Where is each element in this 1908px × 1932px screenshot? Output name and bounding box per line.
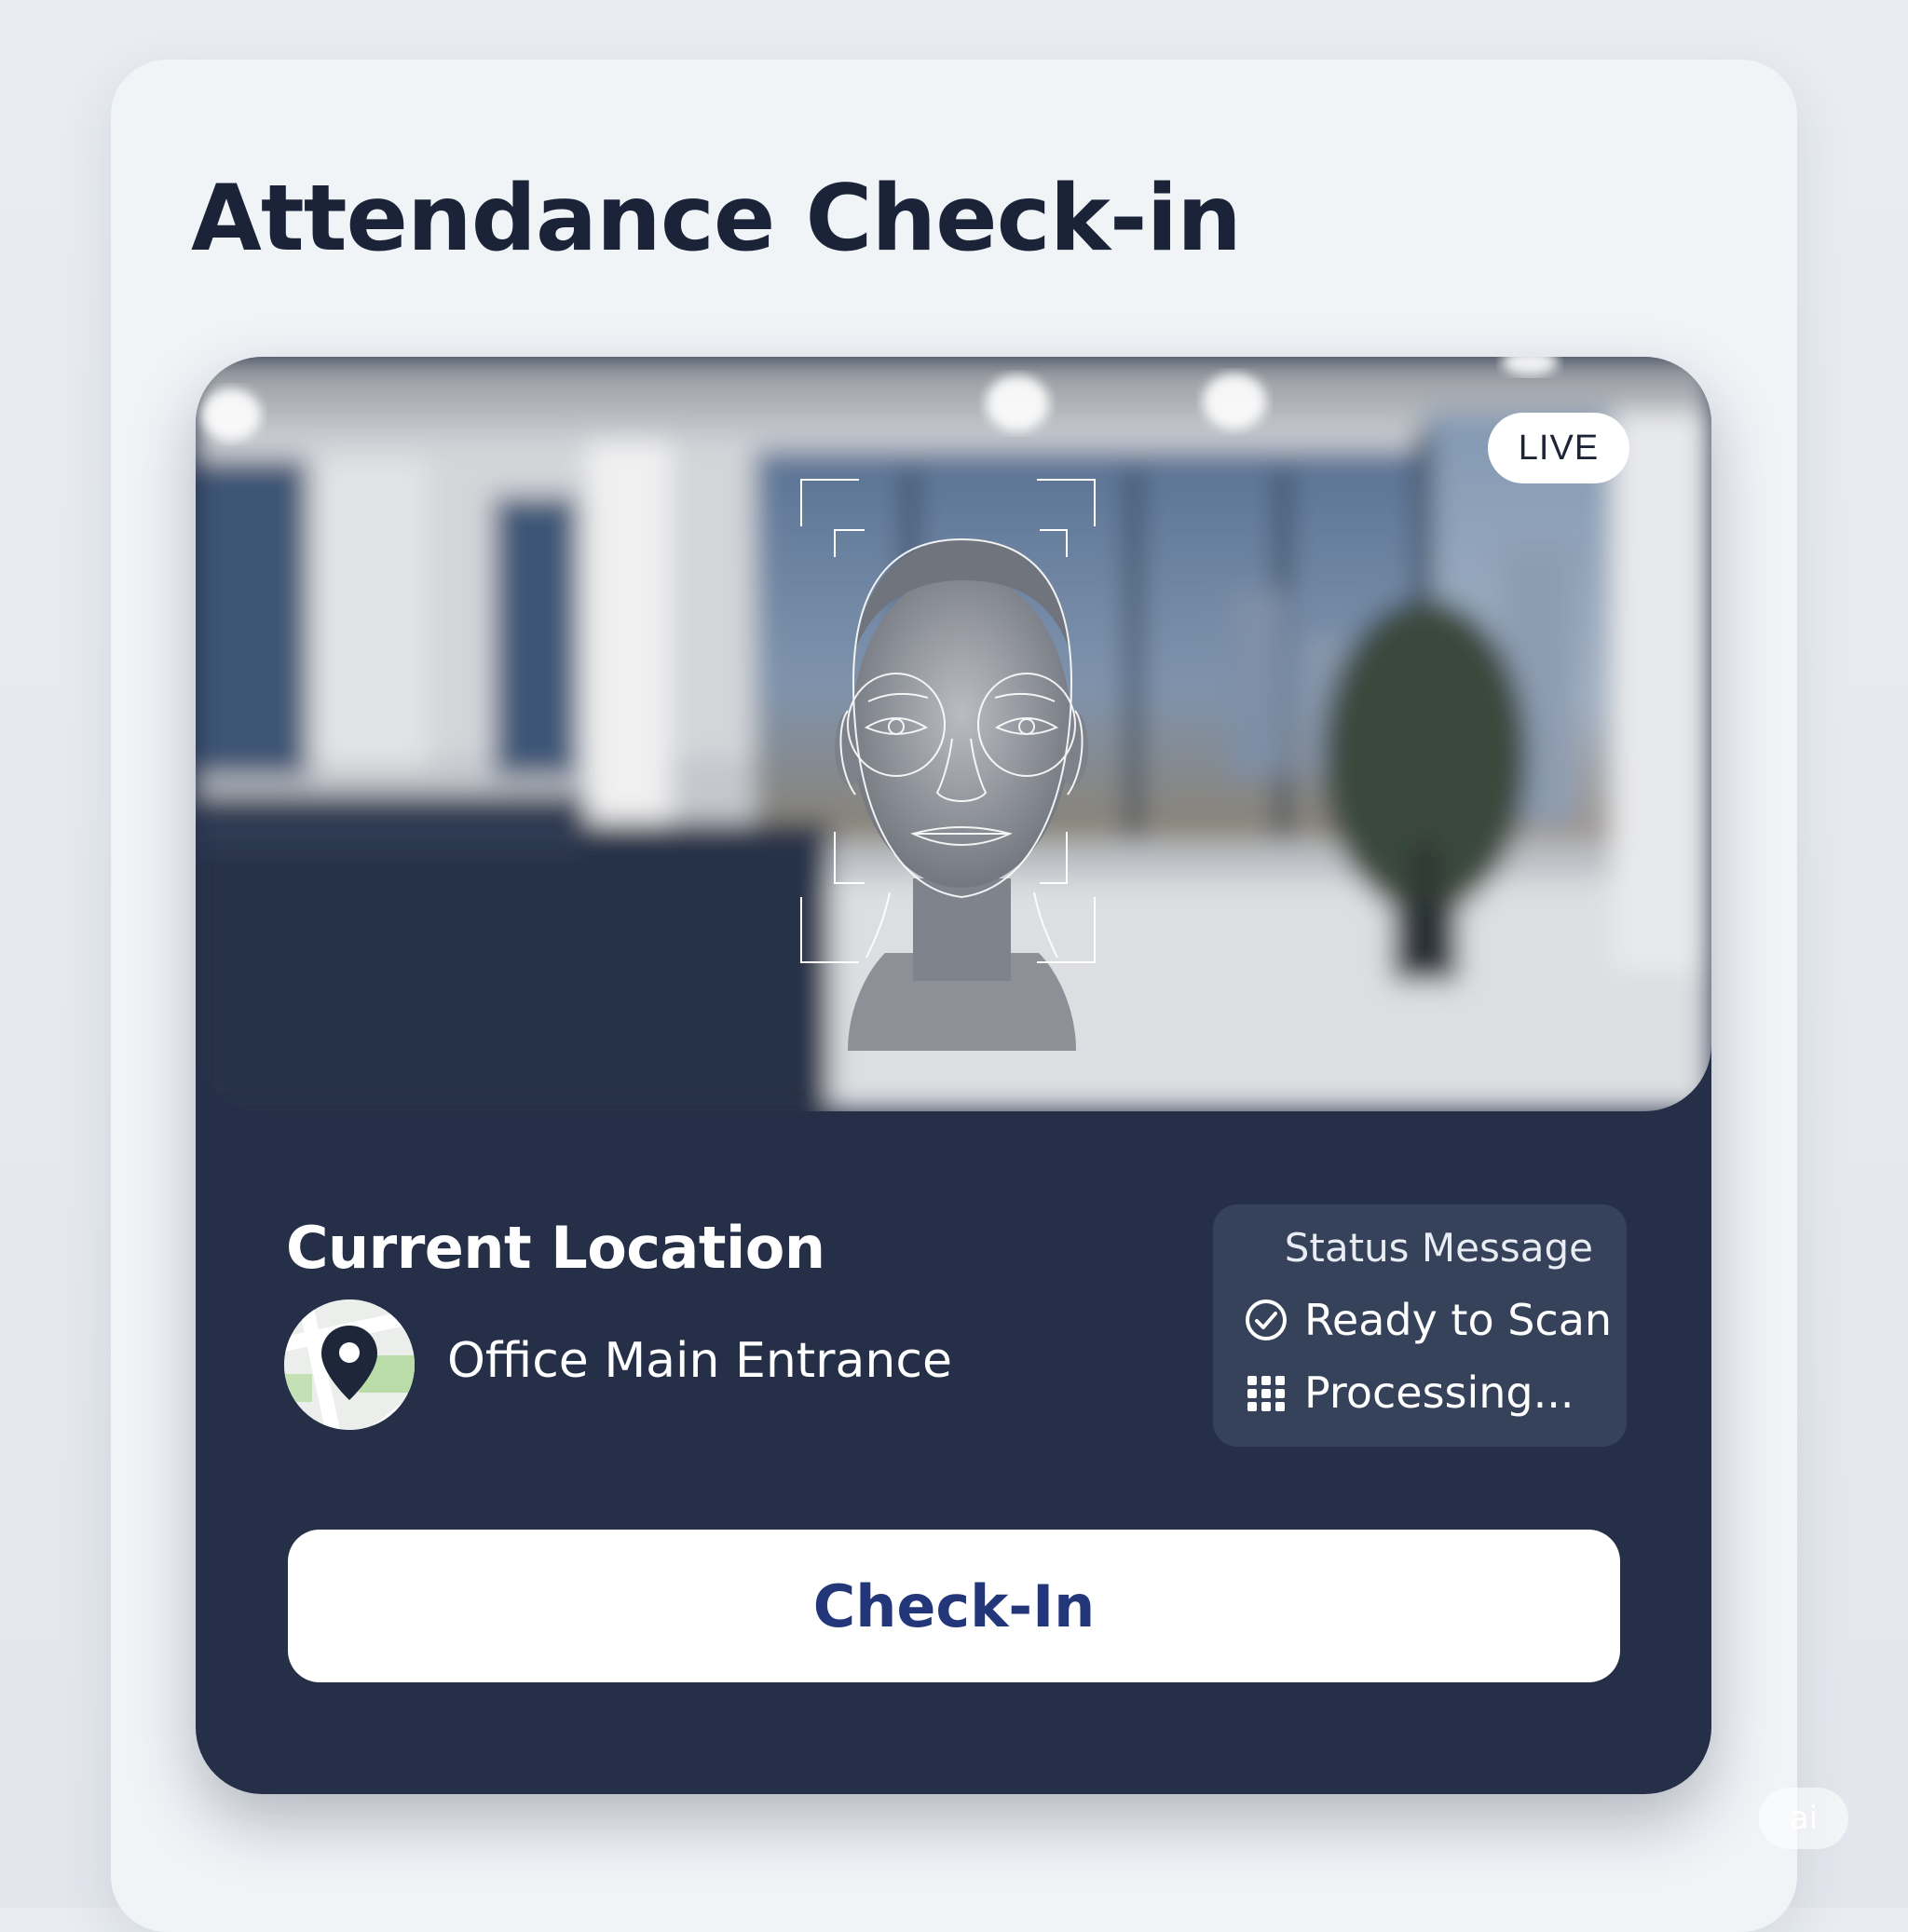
grid-dots-icon: [1243, 1369, 1289, 1416]
camera-view: LIVE: [196, 357, 1711, 1111]
status-title: Status Message: [1284, 1225, 1593, 1271]
location-heading: Current Location: [286, 1214, 825, 1282]
check-in-button[interactable]: Check-In: [288, 1530, 1620, 1682]
status-ready-label: Ready to Scan: [1304, 1295, 1613, 1345]
status-panel: Status Message Ready to Scan Processing.…: [1213, 1204, 1627, 1447]
scan-panel: LIVE Current Location Office Main Entran…: [196, 357, 1711, 1794]
live-badge: LIVE: [1488, 413, 1629, 483]
map-pin-icon: [284, 1299, 415, 1430]
status-processing-label: Processing...: [1304, 1367, 1574, 1418]
page-title: Attendance Check-in: [191, 166, 1242, 272]
ai-watermark: ai: [1759, 1788, 1848, 1849]
status-ready: Ready to Scan: [1243, 1295, 1612, 1345]
camera-feed: [196, 357, 1711, 1111]
status-processing: Processing...: [1243, 1367, 1574, 1418]
location-value: Office Main Entrance: [447, 1333, 952, 1389]
check-circle-icon: [1243, 1297, 1289, 1343]
